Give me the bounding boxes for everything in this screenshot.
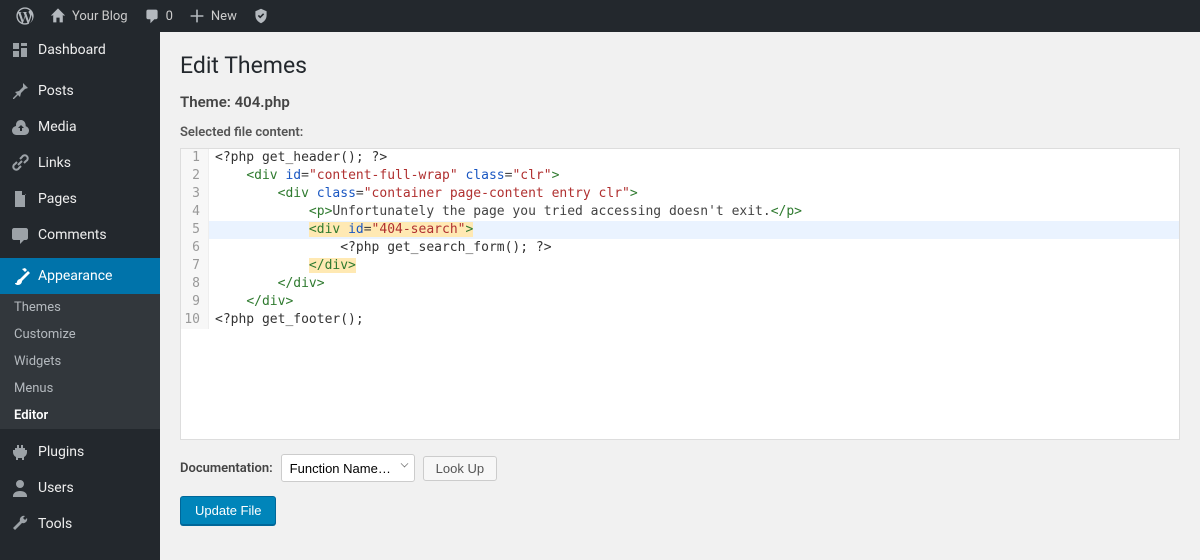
sidebar-item-label: Media — [38, 119, 77, 135]
sidebar-item-label: Posts — [38, 83, 74, 99]
submenu-label: Editor — [14, 408, 48, 423]
sidebar-item-label: Users — [38, 480, 74, 496]
sidebar-item-users[interactable]: Users — [0, 470, 160, 506]
dashboard-icon — [10, 40, 30, 60]
code-line: <?php get_footer(); — [209, 311, 1179, 329]
line-number: 5 — [181, 221, 209, 239]
line-number: 7 — [181, 257, 209, 275]
code-line: <?php get_header(); ?> — [209, 149, 1179, 167]
code-line: <div class="container page-content entry… — [209, 185, 1179, 203]
pin-icon — [10, 81, 30, 101]
sidebar-item-label: Dashboard — [38, 42, 106, 58]
update-file-button[interactable]: Update File — [180, 496, 276, 525]
line-number: 9 — [181, 293, 209, 311]
code-line: </div> — [209, 293, 1179, 311]
code-line: </div> — [209, 257, 1179, 275]
sidebar-item-dashboard[interactable]: Dashboard — [0, 32, 160, 68]
wp-logo-menu[interactable] — [8, 0, 42, 32]
sidebar-item-label: Appearance — [38, 268, 112, 284]
documentation-label: Documentation: — [180, 461, 273, 476]
line-number: 3 — [181, 185, 209, 203]
sidebar-item-links[interactable]: Links — [0, 145, 160, 181]
line-number: 6 — [181, 239, 209, 257]
selected-file-content-label: Selected file content: — [180, 125, 1180, 140]
vaultpress-menu[interactable] — [245, 0, 277, 32]
code-line: </div> — [209, 275, 1179, 293]
line-number: 2 — [181, 167, 209, 185]
sidebar-item-label: Plugins — [38, 444, 84, 460]
sidebar-item-tools[interactable]: Tools — [0, 506, 160, 542]
sidebar-item-plugins[interactable]: Plugins — [0, 434, 160, 470]
shield-check-icon — [253, 8, 269, 24]
sidebar-item-posts[interactable]: Posts — [0, 73, 160, 109]
admin-sidebar: Dashboard Posts Media Links Pages Commen… — [0, 32, 160, 560]
function-name-select[interactable]: Function Name… — [281, 454, 415, 482]
admin-toolbar: Your Blog 0 New — [0, 0, 1200, 32]
submenu-item-widgets[interactable]: Widgets — [0, 348, 160, 375]
user-icon — [10, 478, 30, 498]
sidebar-item-label: Tools — [38, 516, 72, 532]
submenu-label: Menus — [14, 381, 53, 396]
media-icon — [10, 117, 30, 137]
sidebar-item-media[interactable]: Media — [0, 109, 160, 145]
code-line: <?php get_search_form(); ?> — [209, 239, 1179, 257]
main-content: Edit Themes Theme: 404.php Selected file… — [160, 32, 1200, 560]
lookup-button[interactable]: Look Up — [423, 456, 497, 481]
plugin-icon — [10, 442, 30, 462]
comment-icon — [10, 225, 30, 245]
submenu-label: Themes — [14, 300, 61, 315]
page-icon — [10, 189, 30, 209]
appearance-submenu: Themes Customize Widgets Menus Editor — [0, 294, 160, 429]
new-content-menu[interactable]: New — [181, 0, 245, 32]
page-title: Edit Themes — [180, 52, 1180, 79]
site-name-menu[interactable]: Your Blog — [42, 0, 136, 32]
home-icon — [50, 8, 66, 24]
comment-icon — [144, 8, 160, 24]
site-name-text: Your Blog — [72, 9, 128, 24]
comments-menu[interactable]: 0 — [136, 0, 181, 32]
sidebar-item-label: Comments — [38, 227, 107, 243]
line-number: 8 — [181, 275, 209, 293]
sidebar-item-label: Pages — [38, 191, 77, 207]
wrench-icon — [10, 514, 30, 534]
theme-file-name: Theme: 404.php — [180, 93, 1180, 111]
submenu-item-menus[interactable]: Menus — [0, 375, 160, 402]
brush-icon — [10, 266, 30, 286]
documentation-row: Documentation: Function Name… Look Up — [180, 454, 1180, 482]
line-number: 4 — [181, 203, 209, 221]
link-icon — [10, 153, 30, 173]
code-line: <div id="content-full-wrap" class="clr"> — [209, 167, 1179, 185]
submenu-label: Widgets — [14, 354, 61, 369]
sidebar-item-pages[interactable]: Pages — [0, 181, 160, 217]
submenu-item-customize[interactable]: Customize — [0, 321, 160, 348]
submenu-label: Customize — [14, 327, 76, 342]
code-editor[interactable]: 1<?php get_header(); ?> 2 <div id="conte… — [180, 148, 1180, 440]
line-number: 1 — [181, 149, 209, 167]
wordpress-icon — [16, 7, 34, 25]
comments-count: 0 — [166, 9, 173, 24]
submenu-item-editor[interactable]: Editor — [0, 402, 160, 429]
plus-icon — [189, 8, 205, 24]
submenu-item-themes[interactable]: Themes — [0, 294, 160, 321]
sidebar-item-appearance[interactable]: Appearance — [0, 258, 160, 294]
code-line: <p>Unfortunately the page you tried acce… — [209, 203, 1179, 221]
new-label: New — [211, 9, 237, 24]
sidebar-item-comments[interactable]: Comments — [0, 217, 160, 253]
sidebar-item-label: Links — [38, 155, 71, 171]
code-line: <div id="404-search"> — [209, 221, 1179, 239]
line-number: 10 — [181, 311, 209, 329]
